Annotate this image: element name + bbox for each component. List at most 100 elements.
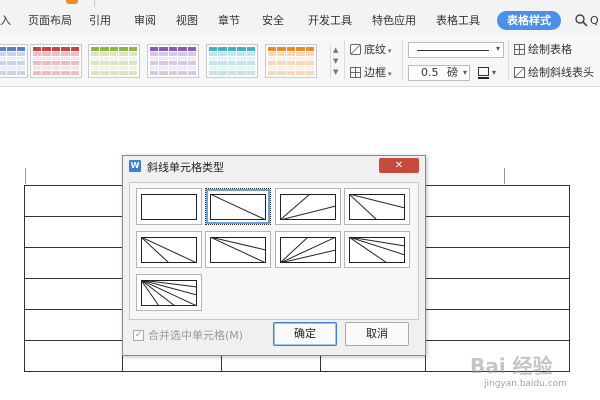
search-label[interactable]: Q [590,11,599,30]
line-width-select[interactable]: 0.5 磅 ▾ [408,65,470,81]
swatch-cell [42,47,51,51]
gallery-up-arrow-icon[interactable]: ▲ [333,46,338,54]
option-two-line-bottom-left[interactable] [344,188,410,225]
swatch-cell [91,66,100,71]
ribbon-tab-bar: 入 页面布局 引用 审阅 视图 章节 安全 开发工具 特色应用 表格工具 表格样… [0,7,600,34]
swatch-cell [168,66,178,71]
tab-developer-tools[interactable]: 开发工具 [308,11,352,30]
swatch-cell [187,51,196,56]
swatch-cell [7,71,16,75]
table-style-swatch-4[interactable] [147,44,199,78]
style-gallery-scroller[interactable]: ▲ ▼ ▼ [330,44,341,78]
swatch-cell [286,56,296,61]
swatch-cell [178,51,187,56]
dialog-title-bar[interactable]: W 斜线单元格类型 ✕ [123,156,425,177]
ribbon-separator [344,40,345,80]
tab-review[interactable]: 审阅 [134,11,156,30]
tab-page-layout[interactable]: 页面布局 [28,11,72,30]
tab-security[interactable]: 安全 [262,11,284,30]
swatch-cell [286,61,296,66]
swatch-cell [51,47,61,51]
tab-table-tools[interactable]: 表格工具 [436,11,480,30]
swatch-cell [296,51,305,56]
swatch-cell [0,51,7,56]
swatch-cell [168,56,178,61]
swatch-cell [296,66,305,71]
swatch-cell [159,66,168,71]
swatch-cell [187,56,196,61]
swatch-cell [128,61,137,66]
swatch-cell [100,61,109,66]
line-style-select[interactable]: ▾ [408,42,504,58]
shading-icon [350,44,361,55]
swatch-cell [100,71,109,75]
border-dropdown-icon: ▾ [388,70,392,78]
table-style-swatch-2[interactable] [30,44,82,78]
swatch-cell [286,66,296,71]
ribbon-panel: ▲ ▼ ▼ 底纹 ▾ 边框 ▾ ▾ 0.5 磅 ▾ ▾ 绘制表格 绘制斜线表头 [0,34,600,87]
swatch-cell [51,61,61,66]
swatch-cell [246,66,255,71]
cancel-button[interactable]: 取消 [345,322,409,346]
swatch-cell [178,47,187,51]
tab-sections[interactable]: 章节 [218,11,240,30]
swatch-cell [268,66,277,71]
swatch-cell [7,51,16,56]
swatch-cell [33,71,42,75]
search-icon[interactable] [574,13,588,27]
option-two-line-top-right[interactable] [275,188,341,225]
tab-insert[interactable]: 入 [0,11,11,30]
swatch-cell [268,56,277,61]
option-two-line-top-left[interactable] [136,231,202,268]
swatch-cell [70,47,79,51]
option-three-line-variant-b[interactable] [275,231,341,268]
swatch-cell [119,47,128,51]
swatch-cell [70,56,79,61]
shading-button[interactable]: 底纹 ▾ [350,42,392,59]
option-three-line-variant-a[interactable] [205,231,271,268]
swatch-cell [277,61,286,66]
close-button[interactable]: ✕ [379,158,419,173]
border-button[interactable]: 边框 ▾ [350,65,392,82]
swatch-cell [109,61,119,66]
option-three-line-variant-c[interactable] [344,231,410,268]
swatch-cell [218,66,227,71]
swatch-cell [277,47,286,51]
gallery-more-icon[interactable]: ▼ [333,68,338,76]
option-multi-line[interactable] [136,274,202,311]
table-style-swatch-3[interactable] [88,44,140,78]
line-color-button[interactable]: ▾ [476,65,500,81]
option-single-diagonal[interactable] [205,188,271,225]
page-margin-marker-right [504,168,505,184]
option-no-diagonal[interactable] [136,188,202,225]
table-style-swatch-1[interactable] [0,44,28,78]
swatch-cell [209,66,218,71]
tab-references[interactable]: 引用 [89,11,111,30]
swatch-cell [16,66,25,71]
swatch-cell [61,56,70,61]
table-style-swatch-5[interactable] [206,44,258,78]
ribbon-separator [508,40,509,80]
tab-table-style[interactable]: 表格样式 [497,11,561,30]
tab-featured-apps[interactable]: 特色应用 [372,11,416,30]
table-style-swatch-6[interactable] [265,44,317,78]
swatch-cell [51,51,61,56]
swatch-cell [91,51,100,56]
swatch-cell [178,61,187,66]
swatch-cell [159,71,168,75]
swatch-cell [0,61,7,66]
gallery-down-arrow-icon[interactable]: ▼ [333,57,338,65]
draw-table-button[interactable]: 绘制表格 [514,42,572,58]
swatch-cell [159,51,168,56]
swatch-cell [218,47,227,51]
draw-diagonal-header-button[interactable]: 绘制斜线表头 [514,65,594,81]
merge-cells-label: 合并选中单元格(M) [148,329,244,342]
single-diagonal-icon [210,194,266,220]
swatch-cell [42,51,51,56]
tab-view[interactable]: 视图 [176,11,198,30]
swatch-cell [7,47,16,51]
merge-cells-checkbox[interactable]: ✓ [133,330,144,341]
swatch-cell [7,61,16,66]
swatch-cell [128,56,137,61]
ok-button[interactable]: 确定 [273,322,337,346]
